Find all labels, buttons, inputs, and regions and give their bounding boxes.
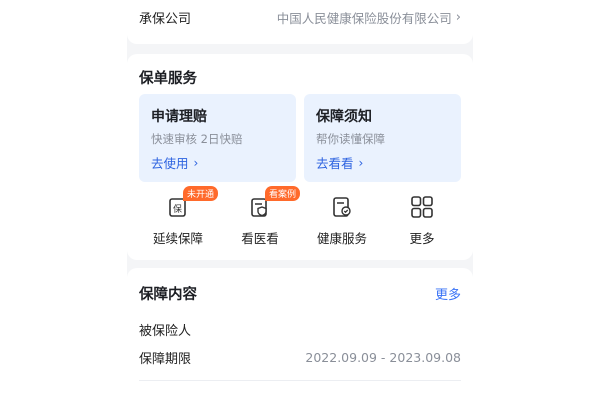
- claim-tile[interactable]: 申请理赔 快速审核 2日快赔 去使用 ›: [139, 94, 296, 182]
- section-title: 保单服务: [139, 71, 197, 87]
- policy-services-card: 保单服务 申请理赔 快速审核 2日快赔 去使用 › 保障须知 帮你读懂保障 去看…: [127, 54, 473, 260]
- insurer-value: 中国人民健康保险股份有限公司: [276, 11, 452, 26]
- coverage-notes-tile[interactable]: 保障须知 帮你读懂保障 去看看 ›: [304, 94, 461, 182]
- grid-icon: [409, 194, 435, 220]
- insurer-row[interactable]: 承保公司 中国人民健康保险股份有限公司 ›: [139, 8, 461, 27]
- tile-title: 保障须知: [316, 109, 372, 125]
- tile-title: 申请理赔: [151, 109, 207, 125]
- insurer-card: 承保公司 中国人民健康保险股份有限公司 ›: [127, 0, 473, 44]
- coverage-card: 保障内容 更多 被保险人 保障期限 2022.09.09 - 2023.09.0…: [127, 268, 473, 418]
- chevron-right-icon: ›: [193, 155, 199, 170]
- chevron-right-icon: ›: [455, 10, 461, 25]
- chevron-right-icon: ›: [358, 155, 364, 170]
- tile-link-label: 去使用: [151, 156, 189, 171]
- status-badge: 看案例: [265, 186, 301, 201]
- insured-row: 被保险人: [139, 320, 461, 339]
- service-health[interactable]: 健康服务: [307, 194, 377, 247]
- status-badge: 未开通: [183, 186, 219, 201]
- service-more[interactable]: 更多: [387, 194, 457, 247]
- policy-renew-icon: 保 未开通: [165, 186, 219, 220]
- service-label: 健康服务: [316, 231, 367, 246]
- tile-subtitle: 快速审核 2日快赔: [151, 132, 243, 146]
- section-title: 保障内容: [139, 287, 197, 303]
- period-row: 保障期限 2022.09.09 - 2023.09.08: [139, 348, 461, 367]
- health-doc-icon: [329, 194, 355, 220]
- period-label: 保障期限: [139, 352, 192, 367]
- claim-link[interactable]: 去使用 ›: [151, 153, 198, 172]
- service-renew[interactable]: 保 未开通 延续保障: [143, 186, 219, 247]
- coverage-more-link[interactable]: 更多: [435, 284, 461, 303]
- service-label: 延续保障: [152, 231, 203, 246]
- medical-shield-icon: 看案例: [247, 186, 301, 220]
- insured-label: 被保险人: [139, 324, 192, 339]
- service-medical[interactable]: 看案例 看医看: [225, 186, 301, 247]
- tile-link-label: 去看看: [316, 156, 354, 171]
- tile-subtitle: 帮你读懂保障: [316, 132, 385, 146]
- insurer-label: 承保公司: [139, 12, 192, 27]
- period-value: 2022.09.09 - 2023.09.08: [305, 350, 461, 365]
- service-label: 看医看: [241, 231, 279, 246]
- divider: [139, 380, 461, 381]
- svg-text:保: 保: [173, 203, 182, 215]
- service-label: 更多: [409, 231, 435, 246]
- coverage-notes-link[interactable]: 去看看 ›: [316, 153, 363, 172]
